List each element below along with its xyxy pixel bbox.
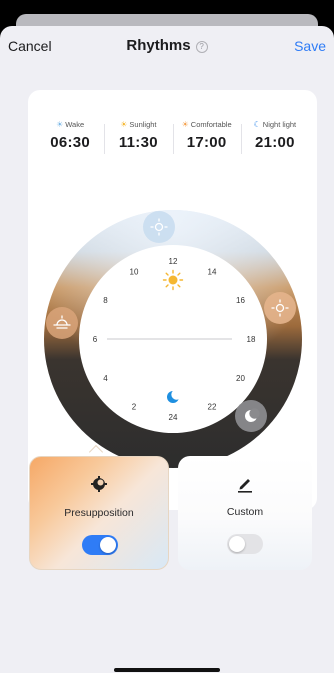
time-value: 06:30 (50, 134, 91, 151)
time-summary: ☀ Wake 06:30 ☀ Sunlight 11:30 ☀ Comfortable… (36, 120, 309, 160)
handle-night-light[interactable] (235, 400, 267, 432)
moon-icon: ☾ (253, 120, 261, 129)
time-label: Sunlight (129, 120, 157, 129)
handle-comfortable[interactable] (264, 292, 296, 324)
hour-label: 6 (93, 335, 98, 344)
hour-label: 8 (103, 296, 108, 305)
rhythm-dial[interactable]: 12141618202224246810 (44, 210, 302, 468)
mode-label: Presupposition (64, 507, 134, 519)
nav-bar: Cancel Rhythms? Save (0, 26, 334, 66)
sunset-icon: ☀ (181, 120, 189, 129)
pencil-icon (238, 479, 252, 493)
toggle-knob (100, 537, 116, 553)
time-wake[interactable]: ☀ Wake 06:30 (36, 120, 104, 160)
home-indicator (114, 668, 220, 672)
presupposition-toggle[interactable] (82, 535, 118, 555)
time-label: Comfortable (190, 120, 232, 129)
hour-label: 4 (103, 374, 108, 383)
handle-sunlight[interactable] (143, 211, 175, 243)
wake-icon: ☀ (56, 120, 64, 129)
help-icon[interactable]: ? (195, 41, 208, 53)
mode-custom[interactable]: Custom (178, 456, 312, 570)
time-label: Night light (262, 120, 297, 129)
hour-label: 22 (208, 403, 217, 412)
page-title-text: Rhythms (126, 37, 191, 54)
center-sun-icon (162, 269, 184, 291)
hour-label: 18 (247, 335, 256, 344)
time-sunlight[interactable]: ☀ Sunlight 11:30 (104, 120, 172, 160)
rhythms-sheet: Cancel Rhythms? Save ☀ Wake 06:30 ☀ Sunlig… (0, 26, 334, 673)
handle-wake[interactable] (46, 307, 78, 339)
sun-icon: ☀ (120, 120, 128, 129)
time-comfortable[interactable]: ☀ Comfortable 17:00 (172, 120, 241, 160)
hour-label: 12 (169, 257, 178, 266)
hour-label: 2 (132, 403, 137, 412)
time-value: 21:00 (254, 134, 295, 151)
hour-label: 10 (130, 268, 139, 277)
custom-toggle[interactable] (227, 534, 263, 554)
schedule-card: ☀ Wake 06:30 ☀ Sunlight 11:30 ☀ Comfortable… (28, 90, 317, 510)
hour-label: 20 (236, 374, 245, 383)
time-night-light[interactable]: ☾ Night light 21:00 (240, 120, 309, 160)
save-button[interactable]: Save (294, 38, 326, 54)
time-label: Wake (65, 120, 85, 129)
page-title: Rhythms? (0, 37, 334, 54)
mode-presupposition[interactable]: Presupposition (29, 456, 169, 570)
time-value: 11:30 (118, 134, 158, 151)
hour-label: 14 (208, 268, 217, 277)
time-value: 17:00 (186, 134, 227, 151)
hour-label: 16 (236, 296, 245, 305)
sun-gear-icon (91, 476, 107, 492)
mode-label: Custom (226, 506, 264, 518)
toggle-knob (229, 536, 245, 552)
hour-label: 24 (169, 413, 178, 422)
